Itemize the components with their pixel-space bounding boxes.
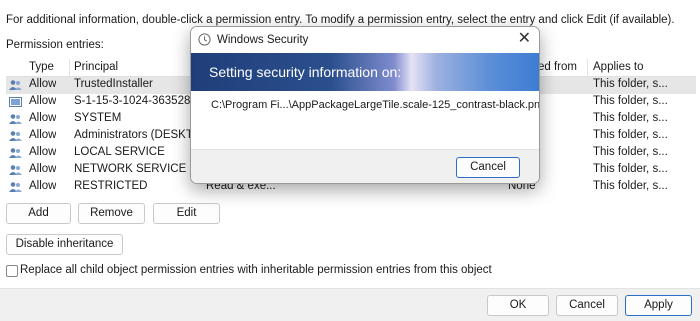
row-principal: NETWORK SERVICE [74,163,187,175]
user-group-icon [9,114,22,124]
file-path-text: C:\Program Fi...\AppPackageLargeTile.sca… [211,99,540,111]
user-group-icon [9,182,22,192]
column-type[interactable]: Type [25,61,54,77]
user-group-icon [9,131,22,141]
column-applies-to[interactable]: Applies to [589,61,644,77]
row-type: Allow [29,112,57,124]
user-group-icon [9,165,22,175]
row-type: Allow [29,129,57,141]
apply-button[interactable]: Apply [625,295,692,316]
user-group-icon [9,80,22,90]
row-principal: LOCAL SERVICE [74,146,165,158]
column-principal[interactable]: Principal [70,61,118,77]
replace-child-permissions-checkbox[interactable] [6,265,18,277]
add-button[interactable]: Add [6,203,71,224]
row-type: Allow [29,78,57,90]
banner-text: Setting security information on: [209,64,402,80]
row-applies-to: This folder, s... [593,180,668,192]
remove-button[interactable]: Remove [78,203,145,224]
row-type: Allow [29,95,57,107]
replace-child-permissions-label[interactable]: Replace all child object permission entr… [20,264,492,276]
dialog-banner: Setting security information on: [191,53,539,91]
row-applies-to: This folder, s... [593,112,668,124]
capability-sid-icon [9,97,22,107]
footer-bar: OK Cancel Apply [0,288,700,321]
row-type: Allow [29,146,57,158]
dialog-cancel-button[interactable]: Cancel [456,157,520,178]
column-inherited-from[interactable]: ed from [534,61,577,77]
windows-security-dialog: Windows Security ✕ Setting security info… [190,26,540,184]
info-text: For additional information, double-click… [6,14,675,26]
row-applies-to: This folder, s... [593,129,668,141]
row-principal: RESTRICTED [74,180,148,192]
row-principal: S-1-15-3-1024-36352838 [74,95,192,107]
close-icon[interactable]: ✕ [518,30,531,48]
row-applies-to: This folder, s... [593,78,668,90]
user-group-icon [9,148,22,158]
row-type: Allow [29,180,57,192]
clock-icon [198,33,211,46]
row-applies-to: This folder, s... [593,163,668,175]
row-principal: TrustedInstaller [74,78,153,90]
dialog-title: Windows Security [217,34,309,46]
dialog-footer: Cancel [191,149,539,183]
row-applies-to: This folder, s... [593,146,668,158]
disable-inheritance-button[interactable]: Disable inheritance [6,234,123,255]
cancel-button[interactable]: Cancel [556,295,618,316]
permission-entries-label: Permission entries: [6,39,104,51]
ok-button[interactable]: OK [487,295,549,316]
row-principal: SYSTEM [74,112,122,124]
row-type: Allow [29,163,57,175]
edit-button[interactable]: Edit [153,203,220,224]
dialog-titlebar: Windows Security ✕ [191,27,539,53]
row-applies-to: This folder, s... [593,95,668,107]
